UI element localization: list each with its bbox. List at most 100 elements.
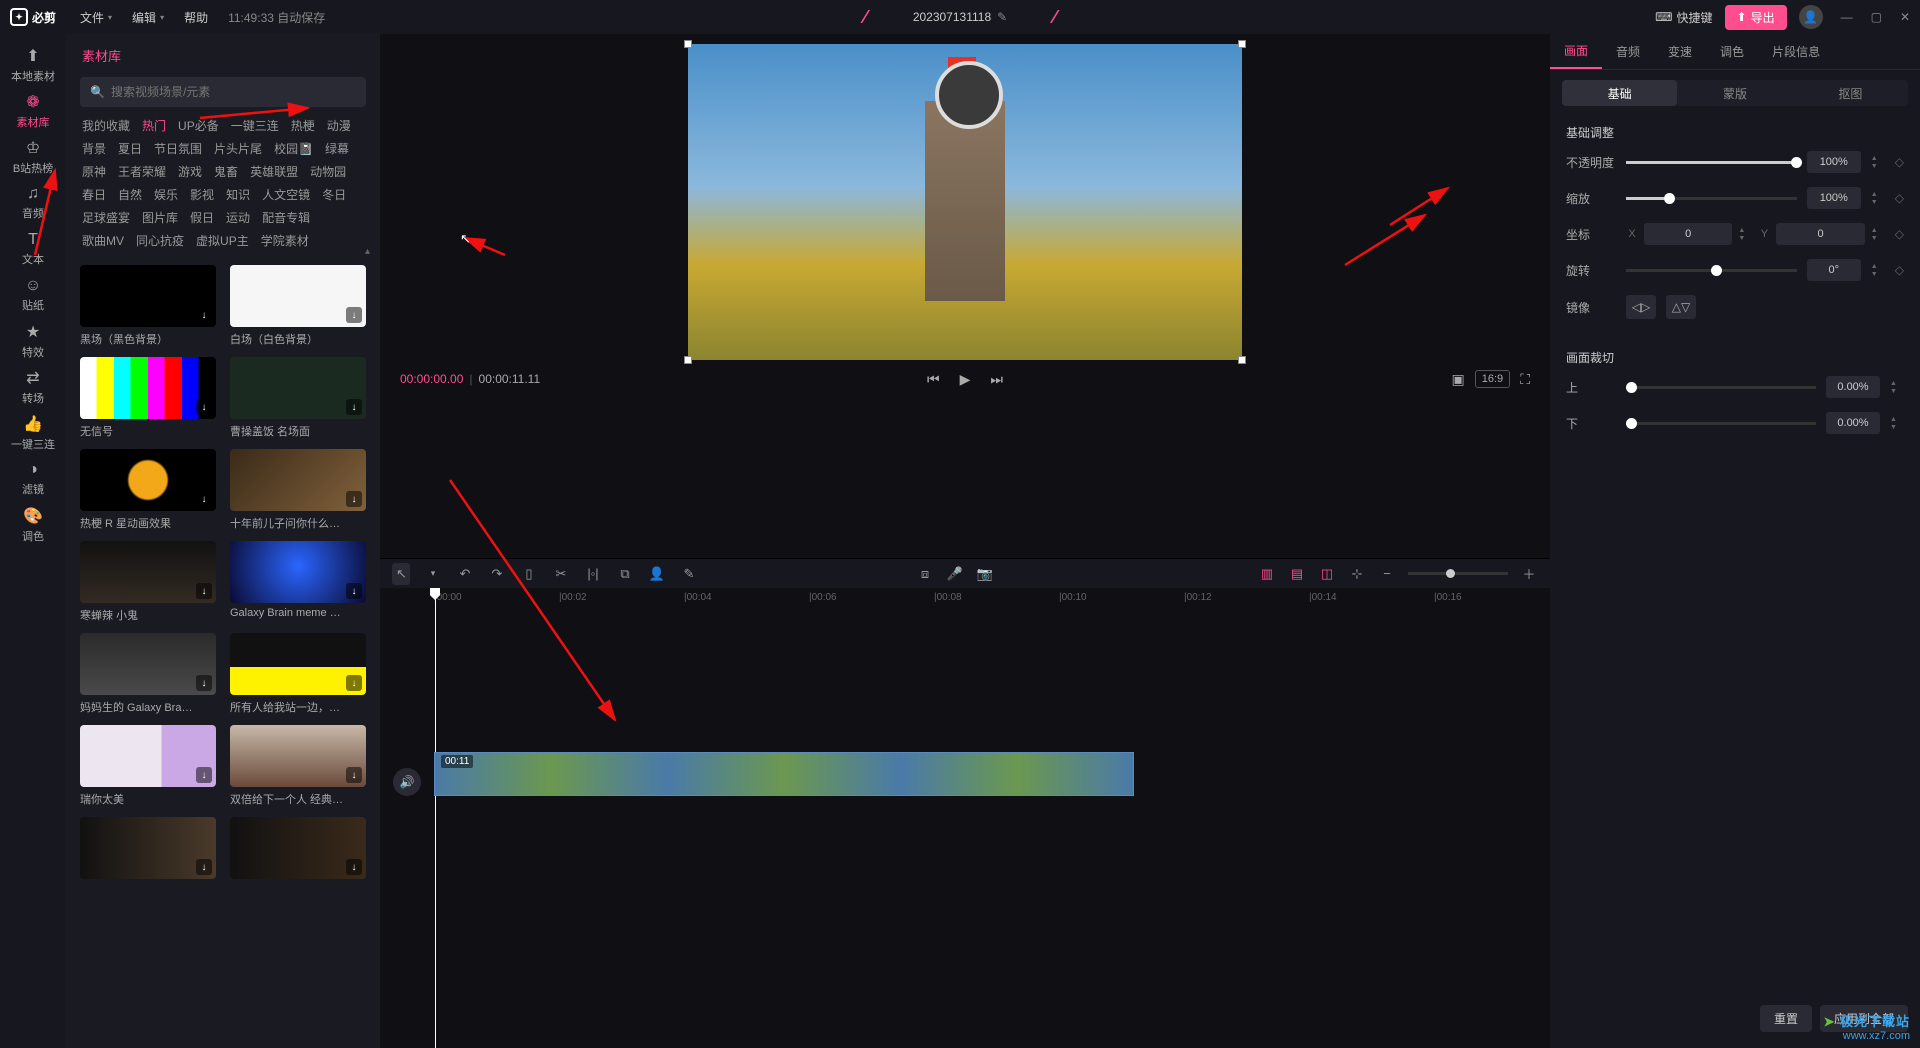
nav-item-3[interactable]: ♫音频 [5,182,61,224]
nav-item-6[interactable]: ★特效 [5,320,61,362]
tag-item[interactable]: 片头片尾 [214,140,262,157]
rotate-value[interactable]: 0° [1807,259,1861,281]
library-item[interactable]: ↓ [80,817,216,883]
tag-item[interactable]: 假日 [190,209,214,226]
export-button[interactable]: ⬆导出 [1725,5,1787,30]
tag-item[interactable]: 人文空镜 [262,186,310,203]
nav-item-0[interactable]: ⬆本地素材 [5,44,61,86]
coord-y-value[interactable]: 0 [1776,223,1864,245]
keyframe-icon[interactable]: ◇ [1895,191,1904,205]
download-icon[interactable]: ↓ [196,399,212,415]
redo-button[interactable]: ↷ [488,566,506,582]
library-item[interactable]: ↓ [230,817,366,883]
rotate-stepper[interactable]: ▲▼ [1871,263,1885,278]
download-icon[interactable]: ↓ [196,583,212,599]
nav-item-8[interactable]: 👍一键三连 [5,412,61,454]
download-icon[interactable]: ↓ [346,491,362,507]
opacity-value[interactable]: 100% [1807,151,1861,173]
tag-item[interactable]: 歌曲MV [82,232,124,249]
playhead[interactable] [435,588,436,1048]
crop-bottom-stepper[interactable]: ▲▼ [1890,416,1904,431]
crop-bottom-slider[interactable] [1626,422,1816,425]
opacity-slider[interactable] [1626,161,1797,164]
download-icon[interactable]: ↓ [346,307,362,323]
menu-file[interactable]: 文件▾ [70,9,122,26]
tag-item[interactable]: 同心抗疫 [136,232,184,249]
cut-button[interactable]: ✂ [552,566,570,582]
tag-item[interactable]: 背景 [82,140,106,157]
tag-item[interactable]: 我的收藏 [82,117,130,134]
tag-item[interactable]: 王者荣耀 [118,163,166,180]
crop-bottom-value[interactable]: 0.00% [1826,412,1880,434]
prop-tab[interactable]: 片段信息 [1758,34,1834,69]
tool-dropdown[interactable]: ▾ [424,568,442,579]
tool-c[interactable]: 👤 [648,566,666,582]
zoom-in-icon[interactable]: ＋ [1520,564,1538,583]
library-item[interactable]: ↓瑞你太美 [80,725,216,807]
prev-frame-button[interactable]: ⏮ [927,371,940,388]
record-screen-icon[interactable]: ⧈ [916,566,934,582]
download-icon[interactable]: ↓ [196,859,212,875]
magnet-icon[interactable]: ⊹ [1348,566,1366,582]
tag-item[interactable]: 节日氛围 [154,140,202,157]
time-ruler[interactable]: |00:00|00:02|00:04|00:06|00:08|00:10|00:… [434,588,1550,608]
tag-item[interactable]: 英雄联盟 [250,163,298,180]
minimize-button[interactable]: — [1841,10,1853,24]
search-field[interactable] [111,85,356,99]
tag-item[interactable]: 热门 [142,117,166,134]
scale-slider[interactable] [1626,197,1797,200]
nav-item-1[interactable]: ❁素材库 [5,90,61,132]
download-icon[interactable]: ↓ [346,675,362,691]
select-tool[interactable]: ↖ [392,563,410,585]
tool-a[interactable]: |◦| [584,566,602,581]
nav-item-4[interactable]: T文本 [5,228,61,270]
tag-item[interactable]: 校园📓 [274,140,313,157]
nav-item-9[interactable]: ◑滤镜 [5,458,61,500]
tag-item[interactable]: 动物园 [310,163,346,180]
menu-edit[interactable]: 编辑▾ [122,9,174,26]
tag-item[interactable]: 游戏 [178,163,202,180]
avatar[interactable]: 👤 [1799,5,1823,29]
tag-item[interactable]: 虚拟UP主 [196,232,249,249]
download-icon[interactable]: ↓ [196,767,212,783]
library-item[interactable]: ↓黑场（黑色背景） [80,265,216,347]
snap-tool-1[interactable]: ▥ [1258,566,1276,582]
tag-item[interactable]: 娱乐 [154,186,178,203]
coord-x-value[interactable]: 0 [1644,223,1732,245]
shortcut-button[interactable]: ⌨快捷键 [1655,9,1712,26]
tag-item[interactable]: 夏日 [118,140,142,157]
tag-item[interactable]: 动漫 [327,117,351,134]
undo-button[interactable]: ↶ [456,566,474,582]
library-item[interactable]: ↓所有人给我站一边，… [230,633,366,715]
download-icon[interactable]: ↓ [196,675,212,691]
close-button[interactable]: ✕ [1900,10,1910,24]
prop-tab[interactable]: 变速 [1654,34,1706,69]
tag-item[interactable]: 鬼畜 [214,163,238,180]
nav-item-5[interactable]: ☺贴纸 [5,274,61,316]
crop-top-stepper[interactable]: ▲▼ [1890,380,1904,395]
download-icon[interactable]: ↓ [196,307,212,323]
tag-item[interactable]: 绿幕 [325,140,349,157]
zoom-out-icon[interactable]: − [1378,566,1396,581]
nav-item-10[interactable]: 🎨调色 [5,504,61,546]
library-item[interactable]: ↓无信号 [80,357,216,439]
split-button[interactable]: ▯ [520,566,538,582]
maximize-button[interactable]: ▢ [1871,10,1882,24]
y-stepper[interactable]: ▲▼ [1871,227,1885,242]
scale-stepper[interactable]: ▲▼ [1871,191,1885,206]
resize-handle-tr[interactable] [1238,40,1246,48]
tag-item[interactable]: 配音专辑 [262,209,310,226]
mic-icon[interactable]: 🎤 [946,566,964,582]
tag-item[interactable]: 一键三连 [231,117,279,134]
download-icon[interactable]: ↓ [346,767,362,783]
library-item[interactable]: ↓白场（白色背景） [230,265,366,347]
rotate-slider[interactable] [1626,269,1797,272]
library-item[interactable]: ↓Galaxy Brain meme … [230,541,366,623]
download-icon[interactable]: ↓ [346,399,362,415]
tag-item[interactable]: 足球盛宴 [82,209,130,226]
sub-tab[interactable]: 基础 [1562,80,1677,106]
keyframe-icon[interactable]: ◇ [1895,263,1904,277]
tool-b[interactable]: ⧉ [616,566,634,582]
preview-frame[interactable] [688,44,1242,360]
track-mute-button[interactable]: 🔊 [393,768,421,796]
